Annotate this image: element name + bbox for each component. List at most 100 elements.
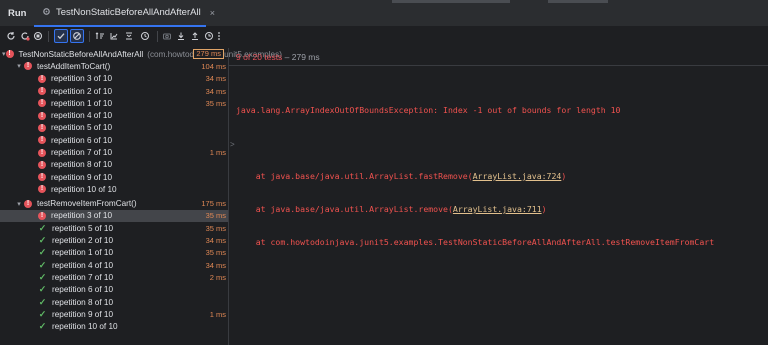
history-icon[interactable] <box>138 29 152 43</box>
tree-test-node[interactable]: ! repetition 10 of 10 <box>0 183 228 195</box>
rerun-icon[interactable] <box>4 29 18 43</box>
checkmark-icon: ✓ <box>38 259 47 270</box>
test-node-label: repetition 8 of 10 <box>51 160 112 170</box>
chevron-down-icon[interactable]: ▾ <box>14 200 24 208</box>
close-icon[interactable]: × <box>210 8 215 18</box>
tree-group-node[interactable]: ▾ ! testAddItemToCart() 104 ms <box>0 60 228 72</box>
tree-test-node[interactable]: ! repetition 1 of 10 35 ms <box>0 97 228 109</box>
tree-test-node[interactable]: ✓ repetition 7 of 10 2 ms <box>0 271 228 283</box>
export-tests-icon[interactable] <box>188 29 202 43</box>
total-time: 279 ms <box>291 52 320 62</box>
error-icon: ! <box>38 185 46 194</box>
toolbar-separator <box>157 31 158 42</box>
test-results-tree: ▾ ! TestNonStaticBeforeAllAndAfterAll (c… <box>0 48 282 345</box>
stack-frame-text: ) <box>541 204 547 214</box>
tree-group-node[interactable]: ▾ ! testRemoveItemFromCart() 175 ms <box>0 198 228 210</box>
tool-window-header: Run TestNonStaticBeforeAllAndAfterAll × <box>0 0 768 27</box>
error-icon: ! <box>24 62 32 71</box>
stack-frame-text: ) <box>561 171 567 181</box>
stack-frame-text: at java.base/java.util.ArrayList.fastRem… <box>236 171 473 181</box>
tree-test-node[interactable]: ! repetition 6 of 10 <box>0 134 228 146</box>
stack-frame: at java.base/java.util.ArrayList.fastRem… <box>236 170 768 183</box>
tree-test-node[interactable]: ! repetition 8 of 10 <box>0 159 228 171</box>
tree-test-node[interactable]: ✓ repetition 8 of 10 <box>0 296 228 308</box>
checkmark-icon: ✓ <box>38 308 47 319</box>
status-divider <box>229 65 768 66</box>
console-output[interactable]: java.lang.ArrayIndexOutOfBoundsException… <box>236 84 768 259</box>
test-node-duration: 34 ms <box>205 260 226 270</box>
test-node-label: repetition 4 of 10 <box>51 111 112 121</box>
collapse-all-icon[interactable] <box>122 29 136 43</box>
tree-test-node[interactable]: ✓ repetition 2 of 10 34 ms <box>0 234 228 246</box>
tree-test-node[interactable]: ! repetition 9 of 10 <box>0 171 228 183</box>
test-node-duration: 34 ms <box>205 86 226 96</box>
test-node-duration: 35 ms <box>205 248 226 258</box>
checkmark-icon: ✓ <box>38 235 47 246</box>
test-node-label: repetition 4 of 10 <box>52 260 113 270</box>
test-node-duration: 34 ms <box>205 74 226 84</box>
checkmark-icon: ✓ <box>38 247 47 258</box>
test-node-duration: 35 ms <box>205 98 226 108</box>
tree-test-node[interactable]: ! repetition 2 of 10 34 ms <box>0 85 228 97</box>
test-node-label: repetition 1 of 10 <box>52 248 113 258</box>
error-icon: ! <box>38 173 46 182</box>
sort-by-duration-icon[interactable] <box>107 29 121 43</box>
error-icon: ! <box>38 148 46 157</box>
test-node-label: repetition 9 of 10 <box>51 172 112 182</box>
test-node-duration: 35 ms <box>205 223 226 233</box>
test-node-duration: 35 ms <box>205 211 226 221</box>
tree-test-node-selected[interactable]: ! repetition 3 of 10 35 ms <box>0 209 228 223</box>
test-node-duration: 2 ms <box>209 272 226 282</box>
tree-test-node[interactable]: ✓ repetition 6 of 10 <box>0 284 228 296</box>
stack-frame-text: at java.base/java.util.ArrayList.remove( <box>236 204 453 214</box>
error-icon: ! <box>38 87 46 96</box>
test-node-label: repetition 6 of 10 <box>51 135 112 145</box>
tree-test-node[interactable]: ✓ repetition 4 of 10 34 ms <box>0 259 228 271</box>
test-node-label: repetition 3 of 10 <box>51 74 112 84</box>
rerun-failed-icon[interactable] <box>18 29 32 43</box>
sort-alphabetically-icon[interactable] <box>93 29 107 43</box>
checkmark-icon: ✓ <box>38 321 47 332</box>
test-node-label: repetition 2 of 10 <box>51 86 112 96</box>
test-node-label: repetition 1 of 10 <box>51 98 112 108</box>
import-tests-icon[interactable] <box>174 29 188 43</box>
tree-test-node[interactable]: ✓ repetition 9 of 10 1 ms <box>0 308 228 320</box>
tab-test-run[interactable]: TestNonStaticBeforeAllAndAfterAll × <box>34 0 215 27</box>
show-passed-icon[interactable] <box>54 29 68 43</box>
tree-test-node[interactable]: ✓ repetition 5 of 10 35 ms <box>0 222 228 234</box>
test-node-label: repetition 5 of 10 <box>52 223 113 233</box>
camera-icon[interactable] <box>160 29 174 43</box>
test-node-label: repetition 3 of 10 <box>51 211 112 221</box>
fold-marker-icon[interactable]: > <box>230 140 235 149</box>
tree-test-node[interactable]: ✓ repetition 10 of 10 <box>0 321 228 333</box>
test-node-label: repetition 6 of 10 <box>52 285 113 295</box>
tree-root-node[interactable]: ▾ ! TestNonStaticBeforeAllAndAfterAll (c… <box>0 48 282 60</box>
error-icon: ! <box>5 50 14 59</box>
group-node-label: testRemoveItemFromCart() <box>37 199 137 209</box>
test-node-label: repetition 7 of 10 <box>51 148 112 158</box>
test-node-label: repetition 10 of 10 <box>51 184 117 194</box>
tree-test-node[interactable]: ! repetition 5 of 10 <box>0 122 228 134</box>
error-icon: ! <box>38 74 46 83</box>
more-icon[interactable] <box>212 29 226 43</box>
group-node-duration: 175 ms <box>201 199 226 209</box>
tree-test-node[interactable]: ! repetition 3 of 10 34 ms <box>0 73 228 85</box>
tree-test-node[interactable]: ! repetition 7 of 10 1 ms <box>0 146 228 158</box>
panel-splitter[interactable] <box>228 48 229 345</box>
test-node-label: repetition 2 of 10 <box>52 236 113 246</box>
test-node-label: repetition 8 of 10 <box>52 297 113 307</box>
tree-test-node[interactable]: ✓ repetition 1 of 10 35 ms <box>0 247 228 259</box>
stack-frame-text: at com.howtodoinjava.junit5.examples.Tes… <box>236 237 715 247</box>
show-ignored-icon[interactable] <box>70 29 84 43</box>
source-link[interactable]: ArrayList.java:711 <box>453 204 542 214</box>
exception-line: java.lang.ArrayIndexOutOfBoundsException… <box>236 105 621 115</box>
stop-icon[interactable] <box>31 29 45 43</box>
source-link[interactable]: ArrayList.java:724 <box>473 171 562 181</box>
chevron-down-icon[interactable]: ▾ <box>2 50 6 58</box>
error-icon: ! <box>38 160 46 169</box>
tree-test-node[interactable]: ! repetition 4 of 10 <box>0 110 228 122</box>
error-icon: ! <box>38 123 46 132</box>
chevron-down-icon[interactable]: ▾ <box>14 62 24 70</box>
test-status-summary: 9 of 20 tests – 279 ms <box>236 52 320 62</box>
